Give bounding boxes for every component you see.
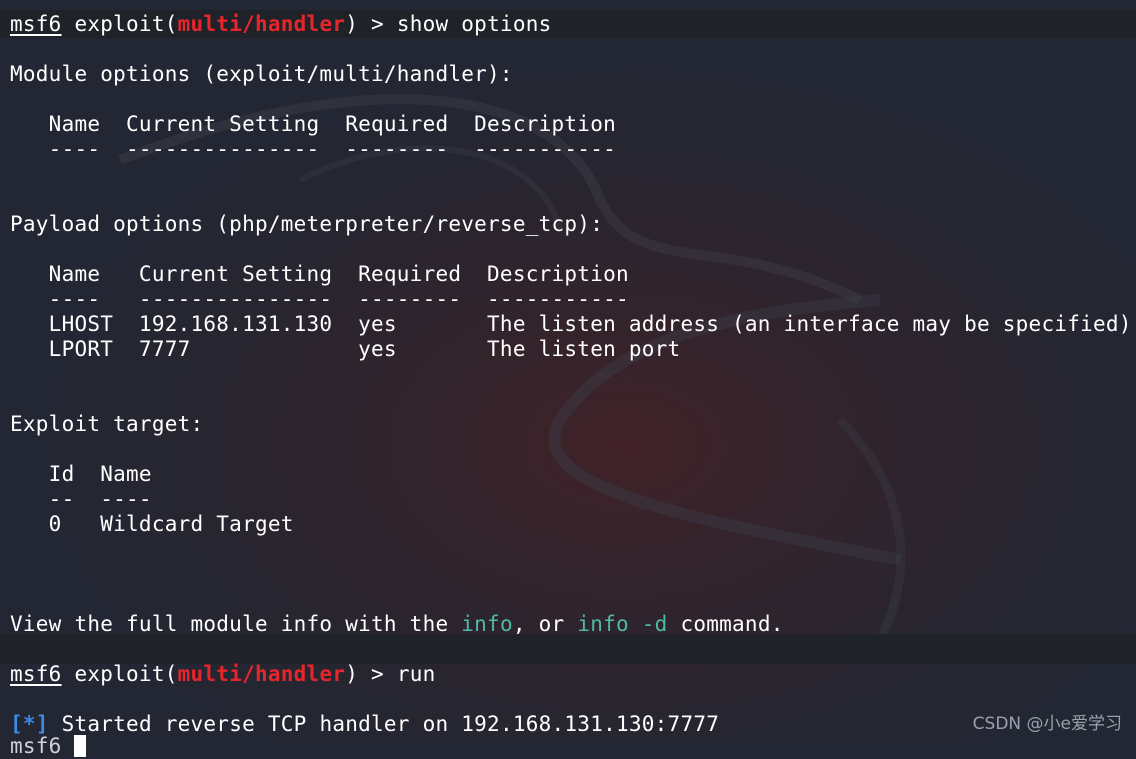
text-cursor [74,735,87,757]
command-text: ) > run [345,662,436,686]
terminal-output[interactable]: msf6 exploit(multi/handler) > show optio… [0,0,1136,758]
status-line: [*] Started reverse TCP handler on 192.1… [10,712,719,737]
status-text: Started reverse TCP handler on 192.168.1… [48,712,720,736]
csdn-watermark: CSDN @小e爱学习 [972,714,1122,734]
table-divider: -- ---- [10,487,152,511]
info-hint-text: View the full module info with the [10,612,462,636]
msf-prompt-prefix: msf6 [10,12,62,36]
module-name: multi/handler [177,12,346,36]
table-divider: ---- --------------- -------- ----------… [10,137,616,161]
info-keyword: info [461,612,513,636]
exploit-target-header: Exploit target: [10,412,204,436]
info-hint-text: , or [512,612,578,636]
command-prompt-line: msf6 exploit(multi/handler) > run [10,662,436,687]
msf-prompt-prefix: msf6 [10,662,62,686]
status-marker: [*] [10,712,49,736]
info-hint-text: command. [667,612,784,636]
table-header: Name Current Setting Required Descriptio… [10,262,629,286]
payload-options-header: Payload options (php/meterpreter/reverse… [10,212,604,236]
table-row: LHOST 192.168.131.130 yes The listen add… [10,312,1132,336]
cursor-line: msf6 [10,734,87,759]
table-row: LPORT 7777 yes The listen port [10,337,681,361]
table-row: 0 Wildcard Target [10,512,294,536]
prompt-text: exploit( [61,662,178,686]
table-header: Id Name [10,462,152,486]
table-header: Name Current Setting Required Descriptio… [10,112,616,136]
prompt-text: exploit( [61,12,178,36]
info-hint-line: View the full module info with the info,… [10,612,784,637]
module-options-header: Module options (exploit/multi/handler): [10,62,513,86]
command-prompt-line: msf6 exploit(multi/handler) > show optio… [10,12,552,37]
module-name: multi/handler [177,662,346,686]
table-divider: ---- --------------- -------- ----------… [10,287,629,311]
info-d-keyword: info -d [577,612,668,636]
command-text: ) > show options [345,12,552,36]
